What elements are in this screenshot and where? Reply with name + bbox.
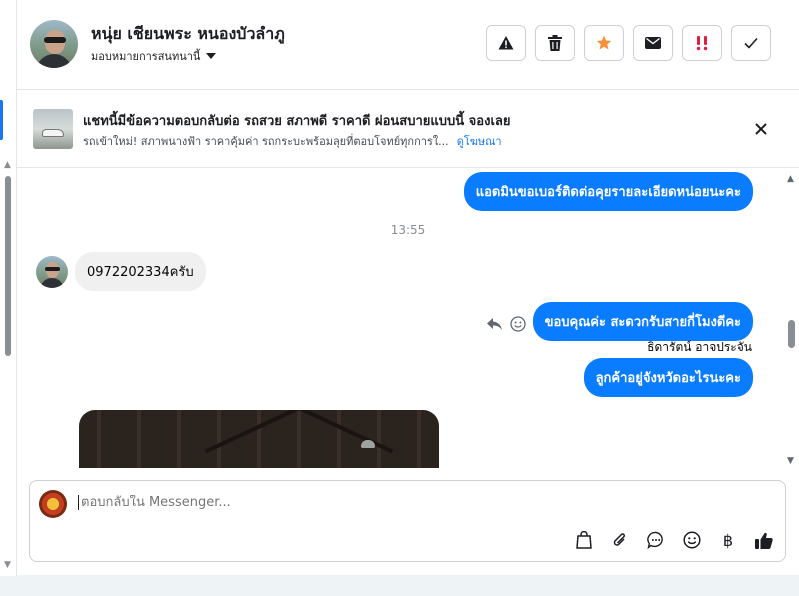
close-icon[interactable]	[752, 120, 770, 138]
message-composer: ฿	[29, 480, 786, 562]
sender-name: ธิดารัตน์ อาจประจัน	[647, 340, 752, 354]
message-incoming[interactable]: 0972202334ครับ	[75, 252, 206, 291]
message-list-scrollbar[interactable]: ▲ ▼	[784, 168, 799, 468]
follow-up-button[interactable]	[682, 25, 722, 61]
ad-context-bar: แชทนี้มีข้อความตอบกลับต่อ รถสวย สภาพดี ร…	[17, 90, 799, 168]
message-image[interactable]	[79, 410, 439, 468]
assign-conversation-dropdown[interactable]: มอบหมายการสนทนานี้	[91, 47, 217, 65]
check-icon	[744, 37, 758, 49]
caret-down-icon	[206, 53, 217, 59]
scroll-down-arrow-icon[interactable]: ▼	[787, 456, 794, 466]
mail-icon	[645, 37, 661, 49]
conversation-header: หนุ่ย เชียนพระ หนองบัวลำภู มอบหมายการสนท…	[17, 0, 799, 90]
contact-avatar[interactable]	[30, 20, 78, 68]
reply-icon[interactable]	[487, 318, 502, 330]
assign-label: มอบหมายการสนทนานี้	[91, 50, 201, 63]
delete-button[interactable]	[535, 25, 575, 61]
mark-unread-button[interactable]	[633, 25, 673, 61]
message-hover-tools	[487, 316, 526, 332]
message-timestamp: 13:55	[390, 223, 426, 237]
message-outgoing[interactable]: ขอบคุณค่ะ สะดวกรับสายกี่โมงดีคะ	[532, 302, 753, 341]
shopping-bag-icon[interactable]	[573, 529, 595, 551]
composer-tools: ฿	[573, 529, 775, 551]
page-avatar	[39, 490, 67, 518]
attachment-icon[interactable]	[609, 529, 631, 551]
ad-thumbnail[interactable]	[33, 109, 73, 149]
contact-name[interactable]: หนุ่ย เชียนพระ หนองบัวลำภู	[91, 22, 285, 47]
message-outgoing[interactable]: ลูกค้าอยู่จังหวัดอะไรนะคะ	[583, 358, 753, 397]
scroll-up-arrow-icon[interactable]: ▲	[4, 160, 11, 170]
message-list[interactable]: แอดมินขอเบอร์ติดต่อคุยรายละเอียดหน่อยนะค…	[17, 168, 799, 468]
left-pane-scrollbar[interactable]: ▲ ▼	[0, 0, 17, 576]
selected-conversation-marker	[0, 100, 3, 140]
warning-icon	[498, 36, 514, 50]
saved-reply-icon[interactable]	[645, 529, 667, 551]
scrollbar-thumb[interactable]	[5, 176, 11, 356]
ad-title: แชทนี้มีข้อความตอบกลับต่อ รถสวย สภาพดี ร…	[83, 114, 511, 129]
view-ad-link[interactable]: ดูโฆษณา	[457, 135, 502, 148]
payment-baht-icon[interactable]: ฿	[717, 529, 739, 551]
reply-input[interactable]	[78, 495, 738, 510]
scroll-up-arrow-icon[interactable]: ▲	[787, 174, 794, 184]
thumbs-up-icon[interactable]	[753, 529, 775, 551]
star-icon	[596, 35, 612, 50]
ad-subtitle-text: รถเข้าใหม่! สภาพนางฟ้า ราคาคุ้มค่า รถกระ…	[83, 135, 449, 148]
mark-done-button[interactable]	[731, 25, 771, 61]
star-button[interactable]	[584, 25, 624, 61]
ad-subtitle: รถเข้าใหม่! สภาพนางฟ้า ราคาคุ้มค่า รถกระ…	[83, 132, 502, 150]
message-outgoing[interactable]: แอดมินขอเบอร์ติดต่อคุยรายละเอียดหน่อยนะค…	[463, 172, 753, 211]
scrollbar-thumb[interactable]	[788, 320, 795, 348]
trash-icon	[548, 35, 562, 51]
contact-avatar-small[interactable]	[36, 256, 68, 288]
header-actions	[486, 25, 771, 61]
conversation-panel: หนุ่ย เชียนพระ หนองบัวลำภู มอบหมายการสนท…	[17, 0, 799, 575]
emoji-icon[interactable]	[681, 529, 703, 551]
priority-icon	[696, 36, 708, 51]
react-smiley-icon[interactable]	[510, 316, 526, 332]
scroll-down-arrow-icon[interactable]: ▼	[4, 560, 11, 570]
report-spam-button[interactable]	[486, 25, 526, 61]
